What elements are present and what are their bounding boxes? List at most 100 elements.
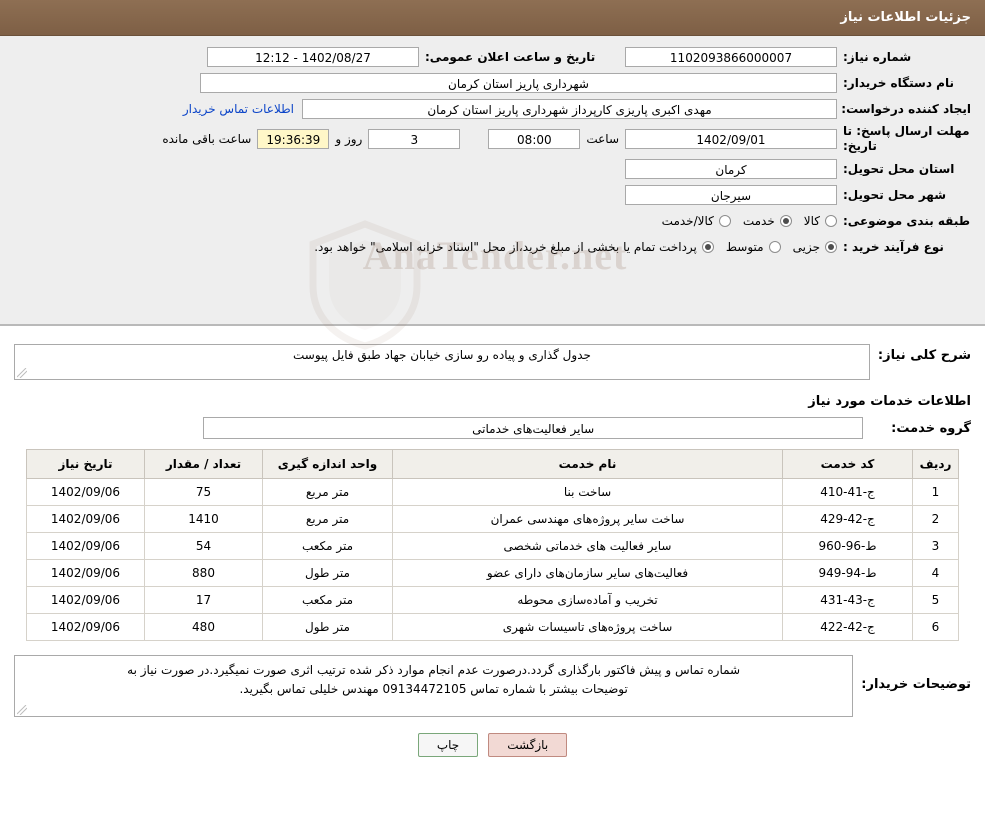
time-remaining-value: 19:36:39 — [257, 129, 330, 149]
cell-service-name: تخریب و آماده‌سازی محوطه — [392, 586, 783, 614]
row-city: شهر محل تحویل: سیرجان — [14, 184, 971, 206]
radio-icon-motevaset[interactable] — [768, 241, 781, 253]
need-summary-label: شرح کلی نیاز: — [877, 348, 971, 363]
cell-service-name: فعالیت‌های سایر سازمان‌های دارای عضو — [392, 559, 783, 587]
print-button[interactable]: چاپ — [417, 733, 479, 757]
col-service-code: کد خدمت — [782, 449, 913, 479]
resize-grip-icon[interactable] — [17, 368, 27, 378]
requester-label: ایجاد کننده درخواست: — [841, 102, 971, 116]
need-number-value: 1102093866000007 — [625, 47, 837, 67]
row-buyer-org: نام دستگاه خریدار: شهرداری پاریز استان ک… — [14, 72, 971, 94]
cell-service-name: ساخت پروژه‌های تاسیسات شهری — [392, 613, 783, 641]
radio-icon-kala[interactable] — [825, 215, 837, 227]
deadline-date-value: 1402/09/01 — [625, 129, 837, 149]
col-quantity: تعداد / مقدار — [144, 449, 263, 479]
need-summary-section: شرح کلی نیاز: جدول گذاری و پیاده رو سازی… — [0, 326, 985, 439]
row-buyer-notes: توضیحات خریدار: شماره تماس و پیش فاکتور … — [14, 655, 971, 717]
cell-service-code: ج-43-431 — [782, 586, 913, 614]
cell-unit: متر مربع — [262, 505, 393, 533]
cell-quantity: 880 — [144, 559, 263, 587]
process-note: پرداخت تمام یا بخشی از مبلغ خرید،از محل … — [314, 240, 697, 254]
resize-grip-icon[interactable] — [17, 705, 27, 715]
cell-unit: متر مکعب — [262, 586, 393, 614]
category-option-kala-label: کالا — [803, 214, 820, 228]
process-option-jozee[interactable]: جزیی — [793, 240, 837, 254]
category-label: طبقه بندی موضوعی: — [843, 214, 971, 228]
col-service-name: نام خدمت — [392, 449, 783, 479]
services-table: ردیف کد خدمت نام خدمت واحد اندازه گیری ت… — [26, 449, 959, 641]
days-label: روز و — [335, 132, 363, 146]
cell-unit: متر طول — [262, 613, 393, 641]
cell-unit: متر طول — [262, 559, 393, 587]
cell-need-date: 1402/09/06 — [26, 613, 145, 641]
deadline-hour-value: 08:00 — [488, 129, 581, 149]
process-option-jozee-label: جزیی — [792, 240, 820, 254]
cell-quantity: 1410 — [144, 505, 263, 533]
cell-unit: متر مربع — [262, 478, 393, 506]
buyer-notes-line2: توضیحات بیشتر با شماره تماس 09134472105 … — [239, 682, 628, 696]
buyer-contact-link[interactable]: اطلاعات تماس خریدار — [183, 102, 302, 116]
table-row: 3 ط-96-960 سایر فعالیت های خدماتی شخصی م… — [26, 532, 959, 560]
need-number-label: شماره نیاز: — [843, 50, 912, 64]
cell-service-code: ج-41-410 — [782, 478, 913, 506]
col-unit: واحد اندازه گیری — [262, 449, 393, 479]
row-requester: ایجاد کننده درخواست: مهدی اکبری پاریزی ک… — [14, 98, 971, 120]
cell-service-name: ساخت بنا — [392, 478, 783, 506]
back-button[interactable]: بازگشت — [488, 733, 568, 757]
buyer-org-label: نام دستگاه خریدار: — [843, 76, 954, 90]
process-option-motevaset-label: متوسط — [725, 240, 764, 254]
row-process: نوع فرآیند خرید : جزیی متوسط پرداخت تمام… — [14, 236, 971, 258]
table-row: 4 ط-94-949 فعالیت‌های سایر سازمان‌های دا… — [26, 559, 959, 587]
cell-radif: 2 — [912, 505, 959, 533]
table-row: 5 ج-43-431 تخریب و آماده‌سازی محوطه متر … — [26, 586, 959, 614]
cell-quantity: 54 — [144, 532, 263, 560]
need-summary-value: جدول گذاری و پیاده رو سازی خیابان جهاد ط… — [14, 344, 870, 380]
cell-radif: 3 — [912, 532, 959, 560]
cell-quantity: 17 — [144, 586, 263, 614]
buyer-notes-line1: شماره تماس و پیش فاکتور بارگذاری گردد.در… — [127, 663, 741, 677]
province-label: استان محل تحویل: — [843, 162, 955, 176]
header-bar: جزئیات اطلاعات نیاز — [0, 0, 985, 36]
row-province: استان محل تحویل: کرمان — [14, 158, 971, 180]
category-option-khedmat[interactable]: خدمت — [743, 214, 792, 228]
province-value: کرمان — [625, 159, 837, 179]
process-label: نوع فرآیند خرید : — [843, 240, 944, 254]
category-option-kala[interactable]: کالا — [804, 214, 837, 228]
row-category: طبقه بندی موضوعی: کالا خدمت کالا/خدمت — [14, 210, 971, 232]
cell-service-code: ج-42-422 — [782, 613, 913, 641]
table-row: 6 ج-42-422 ساخت پروژه‌های تاسیسات شهری م… — [26, 613, 959, 641]
row-deadline: مهلت ارسال پاسخ: تا تاریخ: 1402/09/01 سا… — [14, 124, 971, 154]
radio-icon-process-note[interactable] — [701, 241, 714, 253]
city-label: شهر محل تحویل: — [843, 188, 947, 202]
cell-radif: 1 — [912, 478, 959, 506]
cell-need-date: 1402/09/06 — [26, 478, 145, 506]
buyer-notes-value: شماره تماس و پیش فاکتور بارگذاری گردد.در… — [14, 655, 854, 717]
deadline-label: مهلت ارسال پاسخ: تا تاریخ: — [843, 124, 970, 153]
cell-service-code: ط-94-949 — [782, 559, 913, 587]
row-service-group: گروه خدمت: سایر فعالیت‌های خدماتی — [14, 417, 971, 439]
radio-icon-khedmat[interactable] — [779, 215, 792, 227]
radio-icon-jozee[interactable] — [825, 241, 837, 253]
col-radif: ردیف — [912, 449, 959, 479]
cell-service-code: ط-96-960 — [782, 532, 913, 560]
cell-quantity: 75 — [144, 478, 263, 506]
need-info-panel: شماره نیاز: 1102093866000007 تاریخ و ساع… — [0, 36, 985, 326]
table-row: 2 ج-42-429 ساخت سایر پروژه‌های مهندسی عم… — [26, 505, 959, 533]
days-remaining-value: 3 — [368, 129, 461, 149]
process-option-motevaset[interactable]: متوسط — [726, 240, 781, 254]
cell-service-code: ج-42-429 — [782, 505, 913, 533]
city-value: سیرجان — [625, 185, 837, 205]
hour-label: ساعت — [586, 132, 619, 146]
cell-need-date: 1402/09/06 — [26, 532, 145, 560]
buyer-notes-label: توضیحات خریدار: — [861, 677, 971, 692]
category-option-kala-khedmat[interactable]: کالا/خدمت — [662, 214, 731, 228]
page-root: جزئیات اطلاعات نیاز شماره نیاز: 11020938… — [0, 0, 985, 826]
announce-datetime-value: 1402/08/27 - 12:12 — [207, 47, 419, 67]
cell-radif: 5 — [912, 586, 959, 614]
cell-need-date: 1402/09/06 — [26, 559, 145, 587]
radio-icon-kala-khedmat[interactable] — [718, 215, 731, 227]
requester-value: مهدی اکبری پاریزی کارپرداز شهرداری پاریز… — [302, 99, 837, 119]
table-row: 1 ج-41-410 ساخت بنا متر مربع 75 1402/09/… — [26, 478, 959, 506]
cell-need-date: 1402/09/06 — [26, 505, 145, 533]
row-need-summary: شرح کلی نیاز: جدول گذاری و پیاده رو سازی… — [14, 344, 971, 380]
